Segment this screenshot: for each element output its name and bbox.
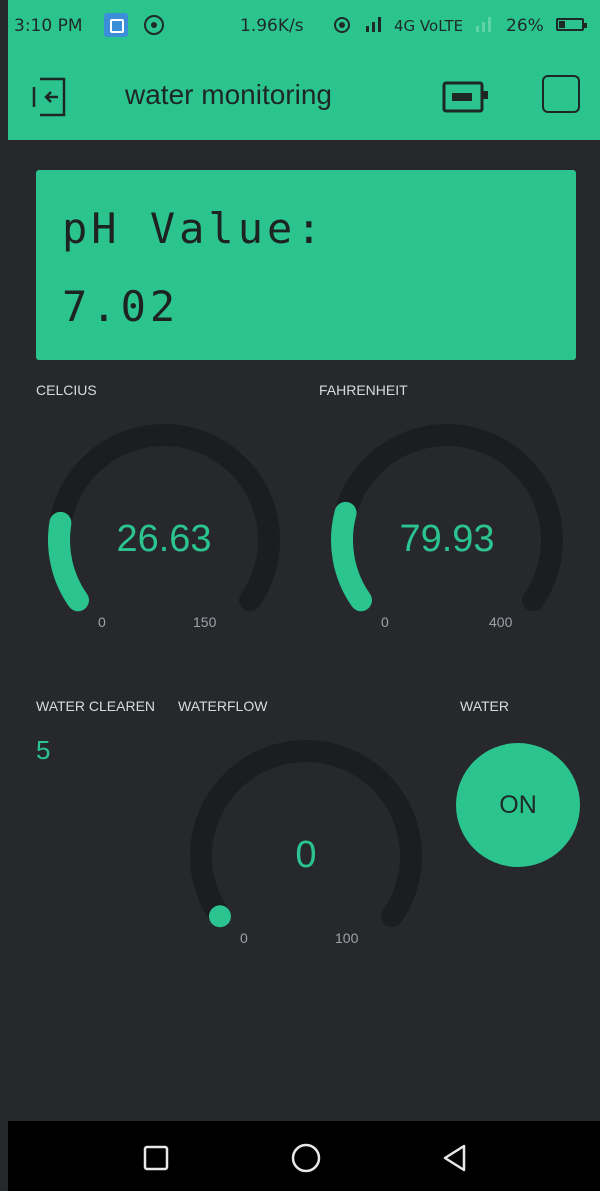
status-bar: 3:10 PM 1.96K/s 4G VoLTE 26% [8, 0, 600, 55]
waterflow-min: 0 [240, 930, 248, 946]
lcd-line-1: pH Value: [62, 204, 326, 253]
fahrenheit-value: 79.93 [399, 518, 495, 560]
waterflow-label: WATERFLOW [178, 698, 268, 714]
celcius-max: 150 [193, 614, 217, 630]
sync-icon [144, 15, 164, 35]
app-title: water monitoring [125, 79, 332, 110]
signal-icon [476, 17, 491, 32]
waterflow-value: 0 [295, 834, 317, 876]
exit-icon[interactable] [30, 75, 70, 119]
battery-percent: 26% [506, 16, 544, 36]
fahrenheit-gauge: 79.93 0 400 [319, 410, 575, 640]
battery-icon [556, 18, 587, 31]
celcius-gauge: 26.63 0 150 [36, 410, 292, 640]
waterflow-gauge: 0 0 100 [178, 726, 434, 956]
status-time: 3:10 PM [14, 16, 83, 36]
fahrenheit-label: FAHRENHEIT [319, 382, 408, 398]
fahrenheit-max: 400 [489, 614, 513, 630]
home-icon[interactable] [290, 1143, 322, 1175]
app-bar: water monitoring [8, 55, 600, 140]
fahrenheit-min: 0 [381, 614, 389, 630]
network-type: 4G VoLTE [394, 17, 464, 35]
device-icon[interactable] [442, 79, 492, 115]
water-clearen-value: 5 [36, 735, 51, 765]
water-toggle-button[interactable]: ON [456, 743, 580, 867]
lcd-display: pH Value: 7.02 [36, 170, 576, 360]
network-speed: 1.96K/s [240, 16, 304, 36]
water-button-label: WATER [460, 698, 509, 714]
water-toggle-state: ON [499, 790, 537, 819]
water-clearen-label: WATER CLEAREN [36, 698, 156, 714]
hotspot-icon [334, 17, 350, 33]
waterflow-max: 100 [335, 930, 359, 946]
celcius-min: 0 [98, 614, 106, 630]
recents-icon[interactable] [141, 1143, 171, 1173]
celcius-value: 26.63 [116, 518, 212, 560]
signal-icon [366, 17, 381, 32]
square-icon[interactable] [542, 75, 580, 113]
back-icon[interactable] [440, 1143, 470, 1173]
screenshot-icon [104, 13, 128, 37]
lcd-line-2: 7.02 [62, 282, 180, 331]
nav-bar [8, 1121, 600, 1191]
celcius-label: CELCIUS [36, 382, 97, 398]
